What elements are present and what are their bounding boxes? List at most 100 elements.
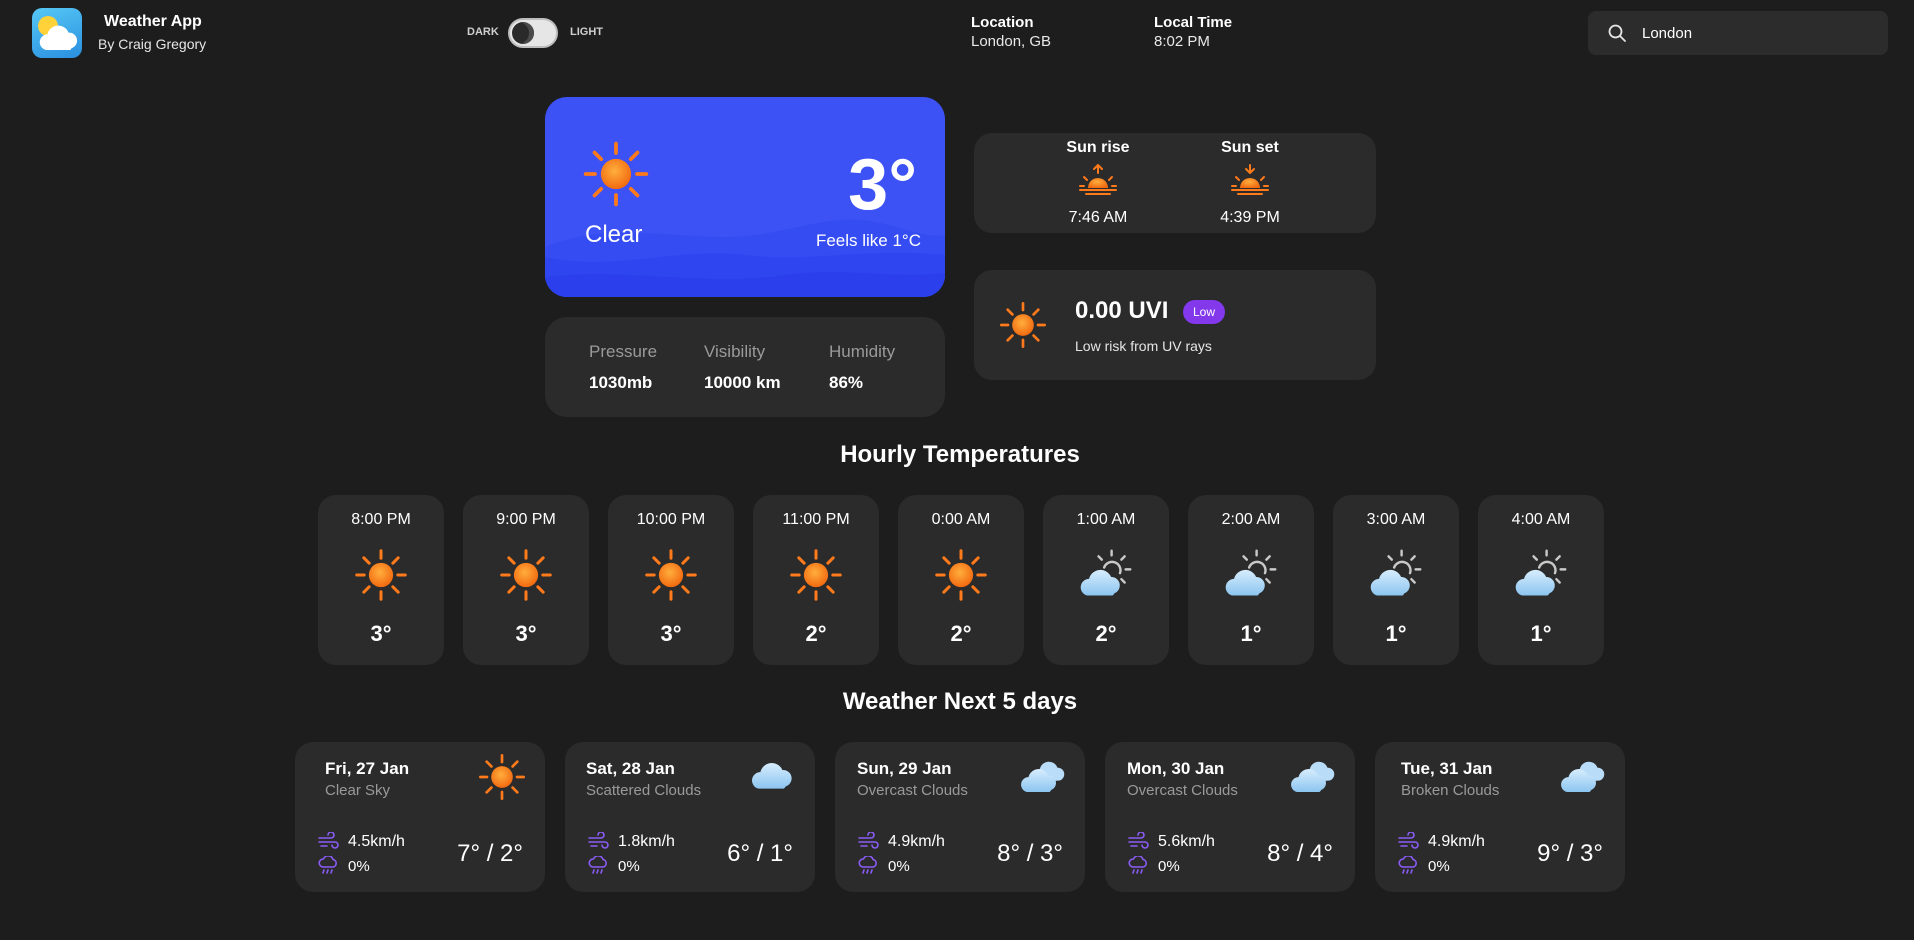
visibility-value: 10000 km (704, 373, 781, 392)
day-name: Tue, 31 Jan (1401, 759, 1493, 778)
wind-icon (588, 832, 609, 849)
uv-value: 0.00 UVI (1075, 297, 1169, 324)
sunset-label: Sun set (1221, 139, 1279, 156)
sunrise-label: Sun rise (1066, 139, 1130, 156)
wind-icon (318, 832, 339, 849)
visibility-label: Visibility (704, 342, 766, 361)
cloud-icon (747, 752, 797, 802)
sunset-icon (1231, 164, 1269, 195)
hour-card: 11:00 PM 2° (753, 495, 879, 665)
sun-icon (998, 300, 1048, 350)
hour-temp: 3° (660, 621, 682, 646)
day-temp-range: 8° / 3° (997, 840, 1063, 867)
uv-card: 0.00 UVI Low Low risk from UV rays (974, 270, 1376, 380)
sun-icon (581, 139, 651, 209)
pressure-label: Pressure (589, 342, 658, 361)
hour-time: 8:00 PM (351, 511, 411, 528)
cloud-sun-icon (1513, 547, 1569, 603)
day-card: Fri, 27 Jan Clear Sky 4.5km/h 0% 7° / 2° (295, 742, 545, 892)
hour-card: 9:00 PM 3° (463, 495, 589, 665)
sun-icon (353, 547, 409, 603)
day-wind: 5.6km/h (1158, 833, 1215, 850)
clouds-icon (1557, 752, 1607, 802)
day-name: Sun, 29 Jan (857, 759, 952, 778)
partly-cloudy-icon (38, 16, 78, 50)
hour-time: 2:00 AM (1221, 511, 1281, 528)
sunrise-icon (1079, 164, 1117, 195)
day-temp-range: 6° / 1° (727, 840, 793, 867)
pressure-value: 1030mb (589, 373, 653, 392)
current-temperature: 3° (848, 145, 917, 225)
hour-temp: 2° (950, 621, 972, 646)
humidity-label: Humidity (829, 342, 896, 361)
day-wind: 1.8km/h (618, 833, 675, 850)
hour-time: 0:00 AM (931, 511, 991, 528)
sun-icon (643, 547, 699, 603)
day-rain: 0% (618, 858, 640, 875)
hour-time: 4:00 AM (1511, 511, 1571, 528)
hour-temp: 1° (1385, 621, 1407, 646)
hour-time: 3:00 AM (1366, 511, 1426, 528)
theme-dark-label: DARK (467, 26, 499, 38)
day-wind: 4.5km/h (348, 833, 405, 850)
rain-icon (1398, 856, 1417, 874)
clouds-icon (1287, 752, 1337, 802)
sun-icon (498, 547, 554, 603)
day-name: Fri, 27 Jan (325, 759, 410, 778)
day-wind: 4.9km/h (1428, 833, 1485, 850)
hour-temp: 2° (1095, 621, 1117, 646)
search-icon[interactable] (1607, 23, 1627, 43)
sunrise-time: 7:46 AM (1068, 209, 1128, 226)
uv-badge: Low (1183, 300, 1226, 324)
stats-card: Pressure 1030mb Visibility 10000 km Humi… (545, 317, 945, 417)
sun-icon (788, 547, 844, 603)
day-temp-range: 7° / 2° (457, 840, 523, 867)
wind-icon (1398, 832, 1419, 849)
day-temp-range: 8° / 4° (1267, 840, 1333, 867)
day-name: Mon, 30 Jan (1127, 759, 1225, 778)
location-value: London, GB (971, 33, 1052, 50)
search-box (1588, 11, 1888, 55)
app-author: By Craig Gregory (98, 36, 207, 52)
hour-temp: 3° (370, 621, 392, 646)
local-time-value: 8:02 PM (1154, 33, 1210, 50)
theme-light-label: LIGHT (570, 26, 603, 38)
day-card: Tue, 31 Jan Broken Clouds 4.9km/h 0% 9° … (1375, 742, 1625, 892)
hour-time: 11:00 PM (782, 511, 850, 528)
hourly-title: Hourly Temperatures (840, 441, 1080, 468)
current-condition: Clear (585, 221, 643, 248)
day-rain: 0% (1158, 858, 1180, 875)
hour-card: 10:00 PM 3° (608, 495, 734, 665)
day-wind: 4.9km/h (888, 833, 945, 850)
location-label: Location (971, 14, 1034, 31)
hour-card: 8:00 PM 3° (318, 495, 444, 665)
day-card: Mon, 30 Jan Overcast Clouds 5.6km/h 0% 8… (1105, 742, 1355, 892)
current-weather-card: Clear 3° Feels like 1°C (545, 97, 945, 297)
day-card: Sat, 28 Jan Scattered Clouds 1.8km/h 0% … (565, 742, 815, 892)
day-temp-range: 9° / 3° (1537, 840, 1603, 867)
hour-card: 0:00 AM 2° (898, 495, 1024, 665)
day-card: Sun, 29 Jan Overcast Clouds 4.9km/h 0% 8… (835, 742, 1085, 892)
feels-like: Feels like 1°C (815, 231, 921, 250)
theme-toggle[interactable] (508, 18, 558, 48)
hour-temp: 3° (515, 621, 537, 646)
cloud-sun-icon (1223, 547, 1279, 603)
cloud-sun-icon (1078, 547, 1134, 603)
day-condition: Broken Clouds (1401, 782, 1500, 799)
day-condition: Scattered Clouds (586, 782, 702, 799)
hour-time: 1:00 AM (1076, 511, 1136, 528)
day-rain: 0% (888, 858, 910, 875)
rain-icon (588, 856, 607, 874)
rain-icon (318, 856, 337, 874)
search-input[interactable] (1642, 21, 1862, 45)
day-rain: 0% (348, 858, 370, 875)
hour-card: 1:00 AM 2° (1043, 495, 1169, 665)
daily-title: Weather Next 5 days (842, 688, 1078, 715)
theme-toggle-knob (512, 22, 534, 44)
app-title: Weather App (104, 13, 202, 30)
sun-times-card: Sun rise 7:46 AM Sun set 4:39 PM (974, 133, 1376, 233)
sunset-time: 4:39 PM (1220, 209, 1280, 226)
hour-temp: 2° (805, 621, 827, 646)
humidity-value: 86% (829, 373, 864, 392)
hour-time: 9:00 PM (496, 511, 556, 528)
